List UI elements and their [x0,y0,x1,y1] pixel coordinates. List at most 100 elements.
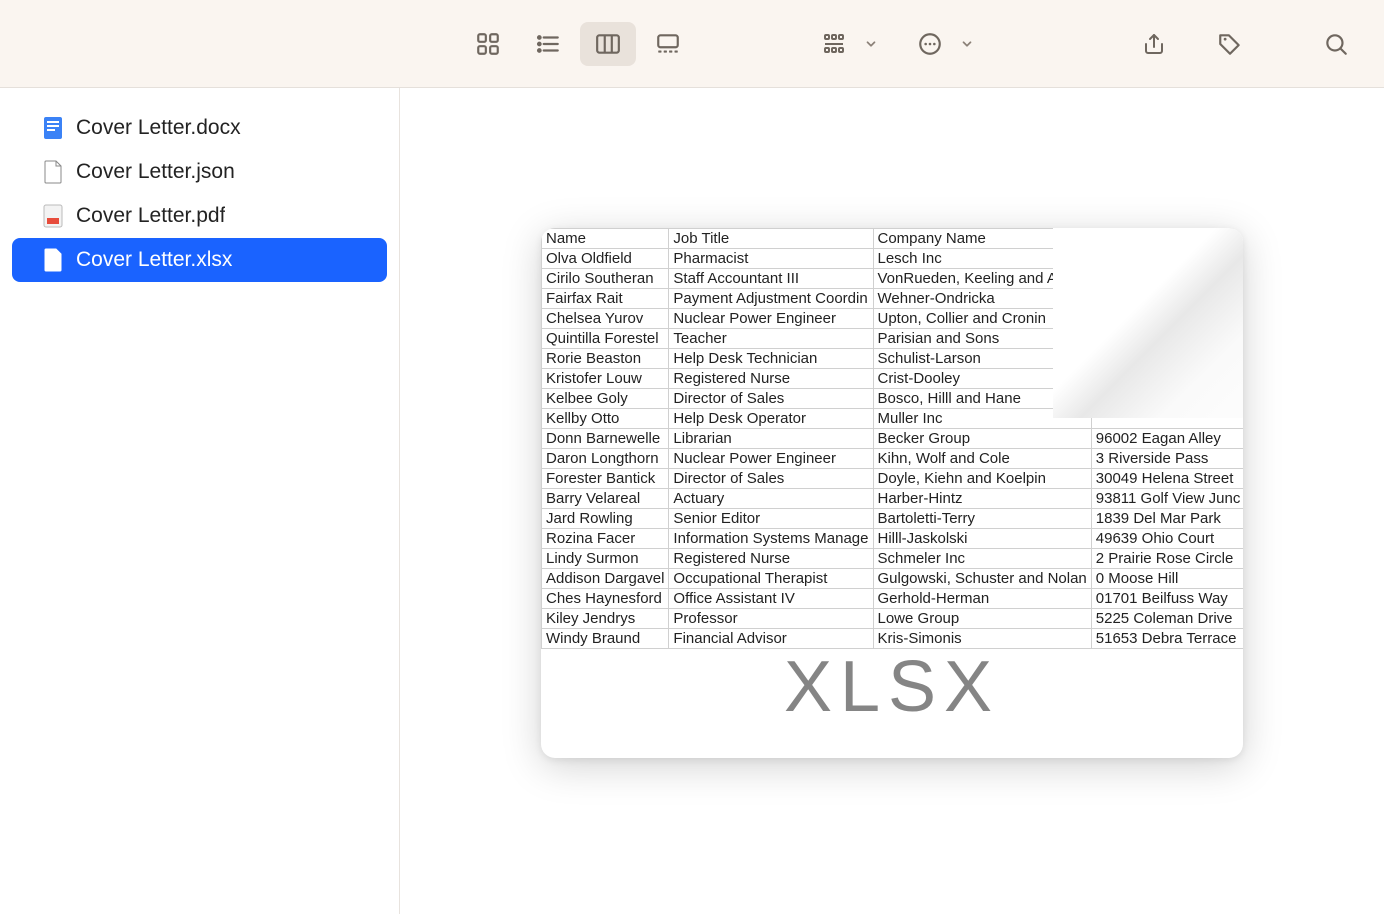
cell: Nuclear Power Engineer [669,309,873,329]
table-row: Ches HaynesfordOffice Assistant IVGerhol… [542,589,1244,609]
table-row: Barry VelarealActuaryHarber-Hintz93811 G… [542,489,1244,509]
file-icon [42,247,64,273]
cell: Lindy Surmon [542,549,669,569]
table-row: Kristofer LouwRegistered NurseCrist-Dool… [542,369,1244,389]
table-row: Daron LongthornNuclear Power EngineerKih… [542,449,1244,469]
cell: Crist-Dooley [873,369,1091,389]
cell: Payment Adjustment Coordin [669,289,873,309]
cell: Registered Nurse [669,549,873,569]
cell: Director of Sales [669,389,873,409]
cell: Chelsea Yurov [542,309,669,329]
cell [1091,289,1243,309]
view-icon-grid-icon[interactable] [460,22,516,66]
cell: Lowe Group [873,609,1091,629]
cell [1091,409,1243,429]
column-header: Job Title [669,229,873,249]
table-row: Rozina FacerInformation Systems ManageHi… [542,529,1244,549]
file-name: Cover Letter.xlsx [76,248,232,272]
cell: Quintilla Forestel [542,329,669,349]
action-dropdown[interactable] [902,22,974,66]
cell: Kiley Jendrys [542,609,669,629]
cell: Occupational Therapist [669,569,873,589]
cell: Upton, Collier and Cronin [873,309,1091,329]
table-row: Quintilla ForestelTeacherParisian and So… [542,329,1244,349]
table-row: Chelsea YurovNuclear Power EngineerUpton… [542,309,1244,329]
view-columns-icon[interactable] [580,22,636,66]
cell: 2 Prairie Rose Circle [1091,549,1243,569]
cell: Kristofer Louw [542,369,669,389]
table-row: Forester BantickDirector of SalesDoyle, … [542,469,1244,489]
share-icon[interactable] [1126,22,1182,66]
cell: Parisian and Sons [873,329,1091,349]
view-list-icon[interactable] [520,22,576,66]
cell: Becker Group [873,429,1091,449]
cell: 30049 Helena Street [1091,469,1243,489]
cell: Information Systems Manage [669,529,873,549]
cell: Harber-Hintz [873,489,1091,509]
content-area: Cover Letter.docx Cover Letter.json Cover … [0,88,1384,914]
cell: Actuary [669,489,873,509]
cell: Staff Accountant III [669,269,873,289]
cell: Help Desk Technician [669,349,873,369]
cell: Rozina Facer [542,529,669,549]
cell [1091,349,1243,369]
column-header [1091,229,1243,249]
preview-card: NameJob TitleCompany NameOlva OldfieldPh… [541,228,1243,758]
file-list-column: Cover Letter.docx Cover Letter.json Cover … [0,88,400,914]
file-row[interactable]: Cover Letter.json [12,150,387,194]
file-icon [42,115,64,141]
cell: VonRueden, Keeling and Arm [873,269,1091,289]
file-icon [42,203,64,229]
chevron-down-icon [864,37,878,51]
cell: Help Desk Operator [669,409,873,429]
table-row: Kelbee GolyDirector of SalesBosco, Hilll… [542,389,1244,409]
cell: Bosco, Hilll and Hane [873,389,1091,409]
table-row: Olva OldfieldPharmacistLesch Inc [542,249,1244,269]
cell: Senior Editor [669,509,873,529]
cell: Wehner-Ondricka [873,289,1091,309]
ellipsis-circle-icon[interactable] [902,22,958,66]
cell [1091,389,1243,409]
cell: Ches Haynesford [542,589,669,609]
file-row[interactable]: Cover Letter.xlsx [12,238,387,282]
file-icon [42,159,64,185]
cell: Gulgowski, Schuster and Nolan [873,569,1091,589]
cell: 93811 Golf View Junc [1091,489,1243,509]
file-row[interactable]: Cover Letter.docx [12,106,387,150]
cell: 5225 Coleman Drive [1091,609,1243,629]
cell: Nuclear Power Engineer [669,449,873,469]
cell: Teacher [669,329,873,349]
cell: 0 Moose Hill [1091,569,1243,589]
cell: Doyle, Kiehn and Koelpin [873,469,1091,489]
cell: Schmeler Inc [873,549,1091,569]
table-row: Addison DargavelOccupational TherapistGu… [542,569,1244,589]
cell [1091,269,1243,289]
file-name: Cover Letter.docx [76,116,241,140]
group-icon[interactable] [806,22,862,66]
table-row: Rorie BeastonHelp Desk TechnicianSchulis… [542,349,1244,369]
cell: Bartoletti-Terry [873,509,1091,529]
table-row: Donn BarnewelleLibrarianBecker Group9600… [542,429,1244,449]
group-by-dropdown[interactable] [806,22,878,66]
chevron-down-icon [960,37,974,51]
cell: Daron Longthorn [542,449,669,469]
format-label: XLSX [541,646,1243,728]
cell [1091,309,1243,329]
file-row[interactable]: Cover Letter.pdf [12,194,387,238]
view-gallery-icon[interactable] [640,22,696,66]
cell: Barry Velareal [542,489,669,509]
cell: 1839 Del Mar Park [1091,509,1243,529]
tag-icon[interactable] [1202,22,1258,66]
table-row: Kellby OttoHelp Desk OperatorMuller Inc [542,409,1244,429]
cell: 3 Riverside Pass [1091,449,1243,469]
cell: Professor [669,609,873,629]
column-header: Company Name [873,229,1091,249]
cell: Cirilo Southeran [542,269,669,289]
file-name: Cover Letter.pdf [76,204,225,228]
table-row: Fairfax RaitPayment Adjustment CoordinWe… [542,289,1244,309]
table-row: Lindy SurmonRegistered NurseSchmeler Inc… [542,549,1244,569]
cell [1091,369,1243,389]
cell: Hilll-Jaskolski [873,529,1091,549]
search-icon[interactable] [1308,22,1364,66]
cell: 96002 Eagan Alley [1091,429,1243,449]
